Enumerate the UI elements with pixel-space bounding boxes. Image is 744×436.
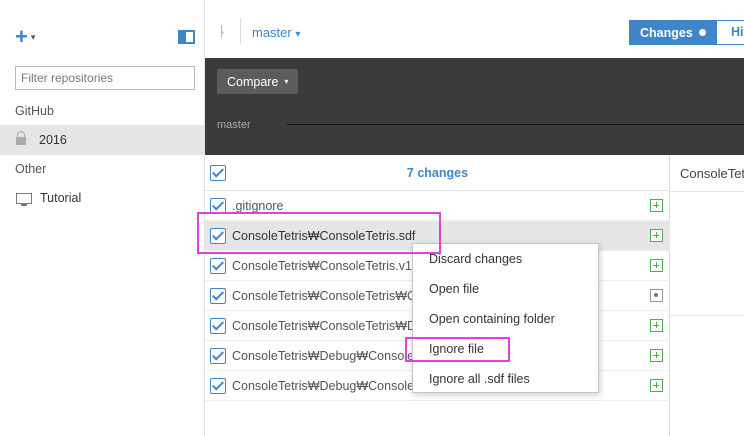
- file-checkbox[interactable]: [210, 258, 226, 274]
- file-context-menu: Discard changes Open file Open containin…: [412, 243, 599, 393]
- menu-item-ignore-all-sdf[interactable]: Ignore all .sdf files: [413, 364, 598, 394]
- diff-panel: ConsoleTetris: [670, 155, 744, 436]
- repository-sidebar: + ▾ GitHub 2016 Other Tutorial: [0, 0, 205, 436]
- compare-timeline-area: Compare ▾ master: [205, 58, 744, 155]
- file-checkbox[interactable]: [210, 198, 226, 214]
- menu-item-ignore-file[interactable]: Ignore file: [413, 334, 598, 364]
- file-checkbox[interactable]: [210, 378, 226, 394]
- top-toolbar: ᚿ master ▾ Changes Hi: [205, 0, 744, 58]
- tab-changes[interactable]: Changes: [629, 20, 716, 45]
- sidebar-toolbar: + ▾: [0, 0, 204, 58]
- branch-icon: ᚿ: [218, 24, 227, 40]
- section-other-label: Other: [15, 162, 47, 176]
- changes-count: 7 changes: [406, 166, 469, 180]
- computer-icon: [16, 192, 32, 206]
- file-checkbox[interactable]: [210, 348, 226, 364]
- compare-button-label: Compare: [227, 74, 279, 89]
- modified-icon: [650, 289, 663, 302]
- sidebar-item-tutorial[interactable]: Tutorial: [0, 183, 204, 213]
- file-row[interactable]: .gitignore: [205, 191, 670, 221]
- changes-header: 7 changes: [205, 155, 670, 191]
- compare-button[interactable]: Compare ▾: [217, 69, 299, 94]
- lock-icon: [16, 131, 26, 147]
- added-icon: [650, 379, 663, 392]
- plus-icon: +: [15, 24, 28, 49]
- add-repository-button[interactable]: + ▾: [15, 26, 35, 48]
- sidebar-item-2016[interactable]: 2016: [0, 125, 204, 155]
- menu-item-discard-changes[interactable]: Discard changes: [413, 244, 598, 274]
- timeline-line: [287, 124, 744, 125]
- tab-changes-label: Changes: [640, 25, 693, 40]
- timeline-branch-label: master: [217, 119, 251, 131]
- filter-repositories-input[interactable]: [15, 66, 195, 90]
- menu-item-open-containing-folder[interactable]: Open containing folder: [413, 304, 598, 334]
- added-icon: [650, 349, 663, 362]
- chevron-down-icon: ▾: [284, 77, 289, 86]
- chevron-down-icon: ▾: [30, 31, 36, 42]
- toolbar-divider: [240, 18, 241, 44]
- section-github-label: GitHub: [15, 104, 54, 118]
- tab-history[interactable]: Hi: [716, 20, 744, 45]
- diff-file-title: ConsoleTetris: [680, 166, 744, 181]
- file-checkbox[interactable]: [210, 288, 226, 304]
- divider: [670, 315, 744, 316]
- toggle-sidebar-icon[interactable]: [178, 30, 195, 44]
- divider: [670, 191, 744, 192]
- branch-name: master: [252, 25, 292, 40]
- menu-item-open-file[interactable]: Open file: [413, 274, 598, 304]
- added-icon: [650, 319, 663, 332]
- added-icon: [650, 229, 663, 242]
- added-icon: [650, 259, 663, 272]
- file-name: .gitignore: [232, 199, 284, 213]
- added-icon: [650, 199, 663, 212]
- repo-name: Tutorial: [40, 191, 82, 205]
- repo-name: 2016: [39, 133, 67, 147]
- file-checkbox[interactable]: [210, 228, 226, 244]
- branch-selector[interactable]: master ▾: [252, 25, 300, 40]
- tab-history-label: Hi: [731, 25, 744, 39]
- changes-indicator-dot: [698, 29, 706, 36]
- file-name: ConsoleTetris₩ConsoleTetris.sdf: [232, 229, 416, 243]
- file-checkbox[interactable]: [210, 318, 226, 334]
- chevron-down-icon: ▾: [295, 29, 301, 40]
